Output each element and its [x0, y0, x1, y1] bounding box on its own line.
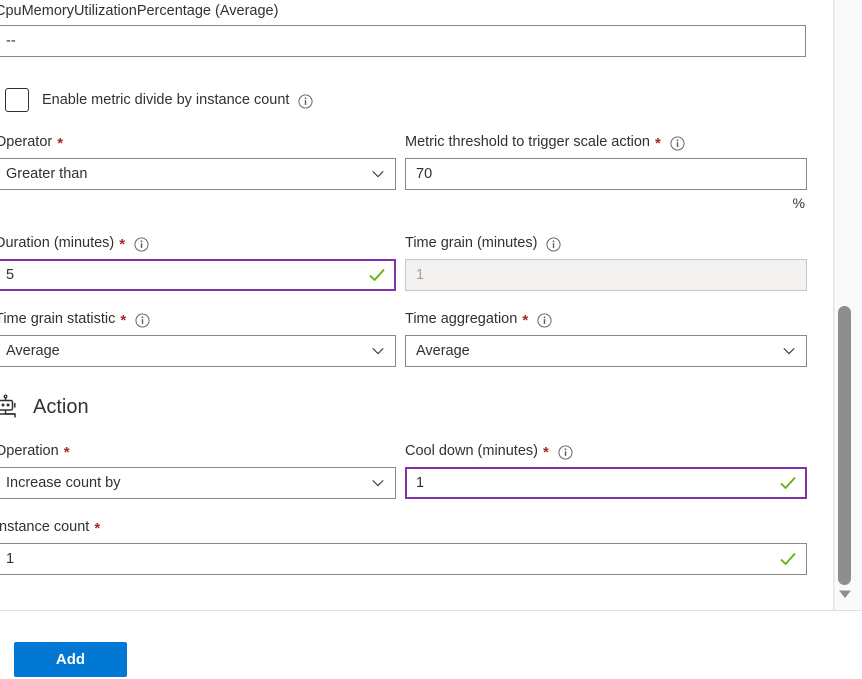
- cool-down-input[interactable]: 1: [405, 467, 807, 499]
- robot-icon: [0, 394, 21, 420]
- time-grain-statistic-value-text: Average: [6, 343, 60, 359]
- checkmark-icon: [778, 549, 798, 569]
- action-section-title: Action: [33, 395, 89, 418]
- info-icon[interactable]: [537, 313, 552, 328]
- duration-required-marker: *: [119, 235, 126, 253]
- metric-value-text: --: [6, 33, 16, 49]
- chevron-down-icon[interactable]: [782, 344, 796, 358]
- cool-down-required-marker: *: [542, 443, 549, 461]
- duration-value-text: 5: [6, 267, 15, 283]
- vertical-scrollbar-thumb[interactable]: [838, 306, 851, 585]
- info-icon[interactable]: [558, 445, 573, 460]
- time-grain-statistic-required-marker: *: [120, 311, 127, 329]
- cool-down-row: Cool down (minutes) * 1: [405, 442, 817, 499]
- time-grain-label-text: Time grain (minutes): [405, 235, 538, 251]
- operation-value-text: Increase count by: [6, 475, 121, 491]
- metric-value-field[interactable]: --: [0, 25, 806, 57]
- checkmark-icon: [367, 265, 387, 285]
- operation-label: Operation *: [0, 442, 395, 461]
- threshold-required-marker: *: [655, 134, 661, 152]
- metric-label: CpuMemoryUtilizationPercentage (Average): [0, 2, 834, 21]
- chevron-down-icon[interactable]: [371, 167, 385, 181]
- operator-required-marker: *: [57, 134, 64, 152]
- instance-count-label: Instance count *: [0, 518, 815, 537]
- time-aggregation-select[interactable]: Average: [405, 335, 807, 367]
- operator-label-text: Operator: [0, 134, 53, 150]
- divide-by-instance-label-text: Enable metric divide by instance count: [42, 92, 290, 108]
- metric-label-text: CpuMemoryUtilizationPercentage (Average): [0, 3, 279, 19]
- time-aggregation-label-text: Time aggregation: [405, 311, 518, 327]
- instance-count-row: Instance count * 1: [0, 518, 815, 575]
- operator-label: Operator *: [0, 133, 395, 152]
- time-grain-statistic-row: Time grain statistic * Average: [0, 310, 396, 367]
- time-grain-row: Time grain (minutes) 1: [405, 234, 817, 291]
- scroll-down-arrow-icon[interactable]: [838, 589, 852, 599]
- time-aggregation-value-text: Average: [416, 343, 470, 359]
- threshold-label-text: Metric threshold to trigger scale action: [405, 134, 650, 150]
- instance-count-required-marker: *: [94, 519, 101, 537]
- operator-row: Operator * Greater than: [0, 133, 396, 190]
- time-grain-value-text: 1: [416, 267, 425, 283]
- add-button[interactable]: Add: [14, 642, 127, 677]
- threshold-unit-suffix: %: [792, 195, 805, 211]
- time-grain-statistic-select[interactable]: Average: [0, 335, 396, 367]
- threshold-input[interactable]: 70: [405, 158, 807, 190]
- cool-down-value-text: 1: [416, 475, 425, 491]
- duration-label: Duration (minutes) *: [0, 234, 395, 253]
- time-aggregation-row: Time aggregation * Average: [405, 310, 817, 367]
- duration-label-text: Duration (minutes): [0, 235, 115, 251]
- form-scroll-pane: CpuMemoryUtilizationPercentage (Average)…: [0, 0, 834, 611]
- operator-select[interactable]: Greater than: [0, 158, 396, 190]
- operation-required-marker: *: [63, 443, 70, 461]
- threshold-label: Metric threshold to trigger scale action…: [405, 133, 817, 152]
- cool-down-label-text: Cool down (minutes): [405, 443, 538, 459]
- time-grain-statistic-label: Time grain statistic *: [0, 310, 395, 329]
- time-aggregation-required-marker: *: [522, 311, 529, 329]
- info-icon[interactable]: [135, 313, 150, 328]
- time-grain-statistic-label-text: Time grain statistic: [0, 311, 116, 327]
- threshold-row: Metric threshold to trigger scale action…: [405, 133, 817, 212]
- info-icon[interactable]: [546, 237, 561, 252]
- action-section-header: Action: [0, 394, 89, 420]
- operation-row: Operation * Increase count by: [0, 442, 396, 499]
- operation-label-text: Operation: [0, 443, 59, 459]
- info-icon[interactable]: [298, 93, 313, 109]
- duration-row: Duration (minutes) * 5: [0, 234, 396, 291]
- chevron-down-icon[interactable]: [371, 344, 385, 358]
- duration-input[interactable]: 5: [0, 259, 396, 291]
- metric-row: CpuMemoryUtilizationPercentage (Average)…: [0, 2, 834, 57]
- divide-by-instance-checkbox[interactable]: [5, 88, 29, 112]
- operator-value-text: Greater than: [6, 166, 88, 182]
- instance-count-input[interactable]: 1: [0, 543, 807, 575]
- chevron-down-icon[interactable]: [371, 476, 385, 490]
- instance-count-label-text: Instance count: [0, 519, 90, 535]
- time-grain-input: 1: [405, 259, 807, 291]
- time-aggregation-label: Time aggregation *: [405, 310, 817, 329]
- time-grain-label: Time grain (minutes): [405, 234, 817, 253]
- divide-by-instance-label: Enable metric divide by instance count: [42, 92, 313, 109]
- operation-select[interactable]: Increase count by: [0, 467, 396, 499]
- instance-count-value-text: 1: [6, 551, 15, 567]
- threshold-value-text: 70: [416, 166, 433, 182]
- scale-rule-form: CpuMemoryUtilizationPercentage (Average)…: [0, 0, 862, 679]
- checkmark-icon: [778, 473, 798, 493]
- info-icon[interactable]: [670, 136, 685, 151]
- cool-down-label: Cool down (minutes) *: [405, 442, 817, 461]
- footer-divider: [0, 610, 862, 611]
- info-icon[interactable]: [134, 237, 149, 252]
- divide-by-instance-row[interactable]: Enable metric divide by instance count: [5, 88, 313, 112]
